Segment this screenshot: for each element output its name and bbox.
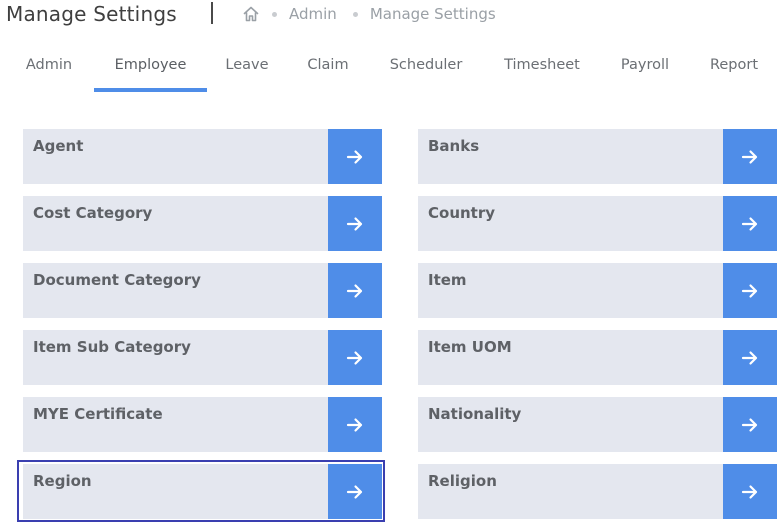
setting-card-label: Agent [33,137,84,155]
setting-card-religion[interactable]: Religion [418,464,777,519]
setting-card-nationality[interactable]: Nationality [418,397,777,452]
tab-report[interactable]: Report [703,44,765,90]
tab-scheduler[interactable]: Scheduler [385,44,467,90]
setting-card-cost-category[interactable]: Cost Category [23,196,382,251]
arrow-right-icon [741,484,758,499]
tab-payroll[interactable]: Payroll [615,44,675,90]
arrow-right-icon [741,216,758,231]
setting-card-label: Country [428,204,496,222]
open-item-sub-category-button[interactable] [328,330,382,385]
setting-card-document-category[interactable]: Document Category [23,263,382,318]
title-divider [211,2,213,24]
open-item-button[interactable] [723,263,777,318]
arrow-right-icon [346,216,363,231]
page-title: Manage Settings [6,2,177,26]
setting-card-label: Document Category [33,271,201,289]
arrow-right-icon [346,350,363,365]
breadcrumb-manage-settings: Manage Settings [369,5,496,23]
open-country-button[interactable] [723,196,777,251]
settings-tabs: Admin Employee Leave Claim Scheduler Tim… [0,44,781,94]
arrow-right-icon [346,417,363,432]
setting-card-label: Cost Category [33,204,153,222]
setting-card-label: Region [33,472,92,490]
arrow-right-icon [346,283,363,298]
open-religion-button[interactable] [723,464,777,519]
setting-card-mye-certificate[interactable]: MYE Certificate [23,397,382,452]
arrow-right-icon [741,149,758,164]
setting-card-label: Item [428,271,467,289]
tab-admin[interactable]: Admin [22,44,76,90]
tab-leave[interactable]: Leave [222,44,272,90]
setting-card-item-uom[interactable]: Item UOM [418,330,777,385]
open-nationality-button[interactable] [723,397,777,452]
setting-card-agent[interactable]: Agent [23,129,382,184]
setting-card-item-sub-category[interactable]: Item Sub Category [23,330,382,385]
page-header: Manage Settings Admin Manage Settings [0,0,781,32]
setting-card-region[interactable]: Region [23,464,382,519]
arrow-right-icon [346,484,363,499]
setting-card-label: Nationality [428,405,522,423]
tab-timesheet[interactable]: Timesheet [498,44,586,90]
arrow-right-icon [741,283,758,298]
breadcrumb-separator [272,11,277,17]
arrow-right-icon [346,149,363,164]
tab-employee[interactable]: Employee [94,44,207,92]
open-cost-category-button[interactable] [328,196,382,251]
open-item-uom-button[interactable] [723,330,777,385]
setting-card-label: Religion [428,472,497,490]
setting-card-label: Item Sub Category [33,338,191,356]
open-agent-button[interactable] [328,129,382,184]
arrow-right-icon [741,350,758,365]
open-mye-certificate-button[interactable] [328,397,382,452]
breadcrumb-admin[interactable]: Admin [289,5,337,23]
open-banks-button[interactable] [723,129,777,184]
breadcrumb-separator [352,11,358,17]
setting-card-label: Item UOM [428,338,512,356]
open-region-button[interactable] [328,464,382,519]
setting-card-label: MYE Certificate [33,405,163,423]
arrow-right-icon [741,417,758,432]
open-document-category-button[interactable] [328,263,382,318]
setting-card-item[interactable]: Item [418,263,777,318]
setting-card-banks[interactable]: Banks [418,129,777,184]
setting-card-label: Banks [428,137,480,155]
home-icon[interactable] [242,5,260,23]
setting-card-country[interactable]: Country [418,196,777,251]
breadcrumb: Admin Manage Settings [242,5,512,23]
tab-claim[interactable]: Claim [303,44,353,90]
